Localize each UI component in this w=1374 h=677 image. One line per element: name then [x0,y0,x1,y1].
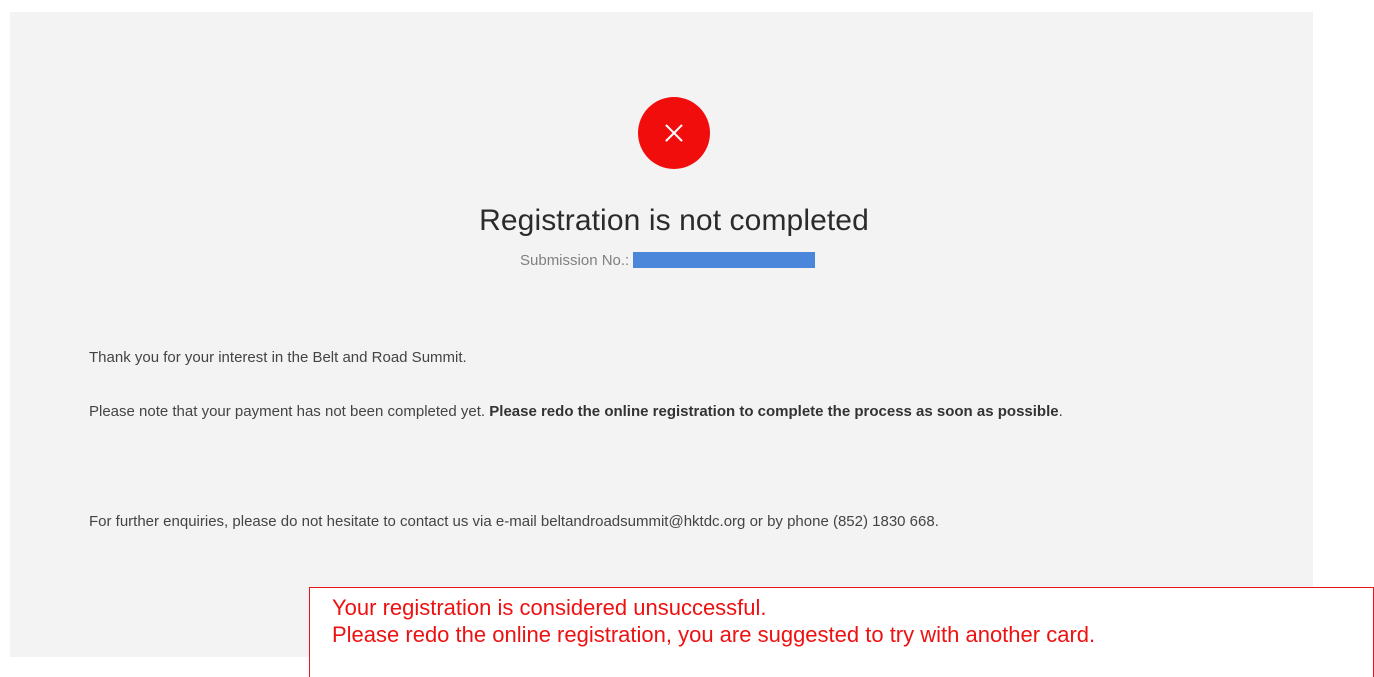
payment-note-emphasis: Please redo the online registration to c… [489,403,1059,420]
thank-you-text: Thank you for your interest in the Belt … [89,349,467,366]
annotation-line-2: Please redo the online registration, you… [332,622,1096,647]
payment-note-end: . [1058,403,1063,420]
payment-note: Please note that your payment has not be… [89,397,1249,426]
payment-note-text: Please note that your payment has not be… [89,403,490,420]
annotation-line-1: Your registration is considered unsucces… [332,595,767,620]
page-title: Registration is not completed [479,204,869,237]
submission-number: Submission No.: [520,252,816,269]
annotation-box: Your registration is considered unsucces… [309,587,1374,677]
redacted-submission-value [633,252,816,268]
close-icon [638,97,710,169]
enquiries-text: For further enquiries, please do not hes… [89,513,939,530]
submission-label: Submission No.: [520,252,630,269]
